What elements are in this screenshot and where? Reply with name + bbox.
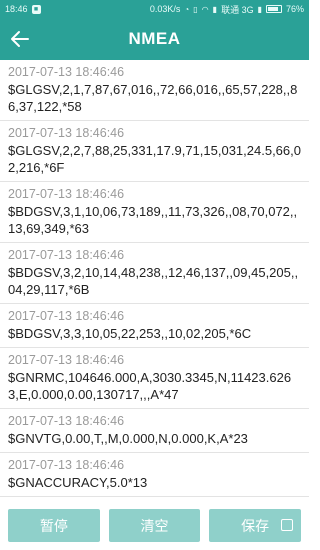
save-checkbox[interactable] <box>281 519 294 531</box>
log-timestamp: 2017-07-13 18:46:46 <box>8 126 125 140</box>
carrier: 联通 3G <box>221 4 254 15</box>
log-timestamp: 2017-07-13 18:46:46 <box>8 65 125 79</box>
battery-icon <box>265 5 282 13</box>
notification-icon: ■ <box>31 4 41 14</box>
log-timestamp: 2017-07-13 18:46:46 <box>8 458 125 472</box>
list-item[interactable]: 2017-07-13 18:46:46 $GNACCURACY,5.0*13 <box>0 453 309 497</box>
net-speed: 0.03K/s <box>149 4 181 14</box>
list-item[interactable]: 2017-07-13 18:46:46 $BDGSV,3,1,10,06,73,1… <box>0 182 309 243</box>
log-sentence: $GLGSV,2,1,7,87,67,016,,72,66,016,,65,57… <box>8 82 298 114</box>
log-sentence: $BDGSV,3,3,10,05,22,253,,10,02,205,*6C <box>8 326 252 341</box>
status-time-group: 18:46 ■ <box>5 4 41 14</box>
log-sentence: $GNVTG,0.00,T,,M,0.000,N,0.000,K,A*23 <box>8 431 248 446</box>
list-item[interactable]: 2017-07-13 18:46:46 $GLGSV,2,2,7,88,25,33… <box>0 121 309 182</box>
alarm-icon: ◔ <box>184 4 190 14</box>
wifi-icon: ◠ <box>201 4 209 14</box>
log-timestamp: 2017-07-13 18:46:46 <box>8 414 125 428</box>
bottom-toolbar: 暂停 清空 保存 <box>0 505 309 550</box>
log-sentence: $GNACCURACY,5.0*13 <box>8 475 148 490</box>
status-time: 18:46 <box>5 4 28 14</box>
list-item[interactable]: 2017-07-13 18:46:46 $BDGSV,3,3,10,05,22,2… <box>0 304 309 348</box>
vibrate-icon: ▯ <box>193 4 198 14</box>
log-sentence: $GNRMC,104646.000,A,3030.3345,N,11423.62… <box>8 370 292 402</box>
log-timestamp: 2017-07-13 18:46:46 <box>8 248 125 262</box>
log-timestamp: 2017-07-13 18:46:46 <box>8 309 125 323</box>
status-right: 0.03K/s ◔ ▯ ◠ ▮ 联通 3G ▮ 76% <box>150 3 304 16</box>
signal-bars-icon: ▮ <box>257 4 262 14</box>
arrow-left-icon <box>11 31 29 47</box>
back-button[interactable] <box>8 27 32 51</box>
pause-button[interactable]: 暂停 <box>8 509 100 542</box>
log-sentence: $BDGSV,3,1,10,06,73,189,,11,73,326,,08,7… <box>8 204 298 236</box>
list-item[interactable]: 2017-07-13 18:46:46 $GNRMC,104646.000,A,3… <box>0 348 309 409</box>
log-timestamp: 2017-07-13 18:46:46 <box>8 187 125 201</box>
page-title: NMEA <box>128 29 181 48</box>
list-item[interactable]: 2017-07-13 18:46:46 $GNVTG,0.00,T,,M,0.00… <box>0 409 309 453</box>
status-bar: 18:46 ■ 0.03K/s ◔ ▯ ◠ ▮ 联通 3G ▮ 76% <box>0 0 309 18</box>
battery-percent: 76% <box>285 4 304 14</box>
log-sentence: $GLGSV,2,2,7,88,25,331,17.9,71,15,031,24… <box>8 143 301 175</box>
list-item[interactable]: 2017-07-13 18:46:46 $GLGSV,2,1,7,87,67,01… <box>0 60 309 121</box>
signal-icon: ▮ <box>212 4 218 14</box>
save-button-label: 保存 <box>241 517 270 534</box>
log-timestamp: 2017-07-13 18:46:46 <box>8 353 125 367</box>
app-bar: NMEA <box>0 18 309 60</box>
nmea-log-list[interactable]: 2017-07-13 18:46:46 $GLGSV,2,1,7,87,67,01… <box>0 60 309 505</box>
log-sentence: $BDGSV,3,2,10,14,48,238,,12,46,137,,09,4… <box>8 265 299 297</box>
clear-button[interactable]: 清空 <box>108 509 201 542</box>
save-button[interactable]: 保存 <box>209 509 302 542</box>
list-item[interactable]: 2017-07-13 18:46:46 $BDGSV,3,2,10,14,48,2… <box>0 243 309 304</box>
